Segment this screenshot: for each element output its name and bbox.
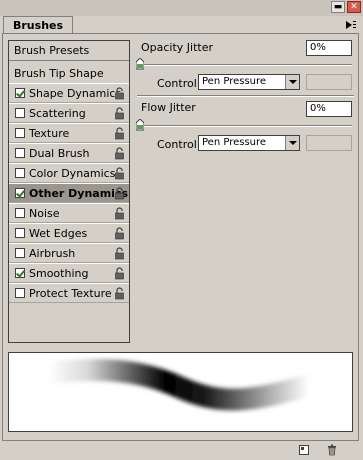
brush-option-item[interactable]: Dual Brush bbox=[9, 143, 129, 163]
brush-option-item[interactable]: Smoothing bbox=[9, 263, 129, 283]
opacity-jitter-slider-track[interactable] bbox=[137, 64, 352, 66]
lock-icon[interactable] bbox=[114, 167, 125, 180]
brush-presets-item[interactable]: Brush Presets bbox=[9, 41, 129, 61]
panel-titlebar: ▬ ✕ bbox=[0, 0, 363, 16]
opacity-jitter-input[interactable]: 0% bbox=[306, 40, 352, 56]
option-checkbox[interactable] bbox=[15, 168, 25, 178]
flow-control-select[interactable]: Pen Pressure bbox=[198, 135, 300, 151]
chevron-down-icon[interactable] bbox=[285, 75, 299, 89]
section-divider bbox=[137, 95, 354, 97]
brush-option-item[interactable]: Texture bbox=[9, 123, 129, 143]
lock-icon[interactable] bbox=[114, 87, 125, 100]
lock-icon[interactable] bbox=[114, 107, 125, 120]
lock-icon[interactable] bbox=[114, 147, 125, 160]
lock-icon[interactable] bbox=[114, 187, 125, 200]
panel-menu-icon bbox=[346, 21, 356, 29]
opacity-control-label: Control: bbox=[157, 77, 201, 90]
option-checkbox[interactable] bbox=[15, 128, 25, 138]
flow-jitter-label: Flow Jitter bbox=[141, 101, 196, 114]
opacity-control-select[interactable]: Pen Pressure bbox=[198, 74, 300, 90]
option-checkbox[interactable] bbox=[15, 188, 25, 198]
flow-control-value: Pen Pressure bbox=[202, 137, 267, 148]
option-checkbox[interactable] bbox=[15, 208, 25, 218]
opacity-control-extra-field bbox=[306, 74, 352, 90]
tab-brushes[interactable]: Brushes bbox=[3, 16, 74, 34]
lock-icon[interactable] bbox=[114, 267, 125, 280]
option-checkbox[interactable] bbox=[15, 88, 25, 98]
title-controls: ▬ ✕ bbox=[331, 1, 361, 13]
brush-option-item[interactable]: Color Dynamics bbox=[9, 163, 129, 183]
brush-option-item[interactable]: Scattering bbox=[9, 103, 129, 123]
lock-icon[interactable] bbox=[114, 227, 125, 240]
trash-icon[interactable] bbox=[326, 444, 338, 456]
flow-jitter-input[interactable]: 0% bbox=[306, 101, 352, 117]
brush-tip-shape-item[interactable]: Brush Tip Shape bbox=[9, 64, 129, 83]
new-brush-icon[interactable] bbox=[298, 444, 310, 456]
opacity-jitter-slider-thumb[interactable] bbox=[136, 58, 144, 70]
chevron-down-icon[interactable] bbox=[285, 136, 299, 150]
panel-menu-button[interactable] bbox=[343, 18, 359, 32]
option-checkbox[interactable] bbox=[15, 268, 25, 278]
lock-icon[interactable] bbox=[114, 127, 125, 140]
flow-control-extra-field bbox=[306, 135, 352, 151]
opacity-control-value: Pen Pressure bbox=[202, 76, 267, 87]
flow-control-label: Control: bbox=[157, 138, 201, 151]
brush-option-item[interactable]: Other Dynamics bbox=[9, 183, 129, 203]
flow-jitter-slider-track[interactable] bbox=[137, 125, 352, 127]
brush-option-item[interactable]: Shape Dynamics bbox=[9, 83, 129, 103]
lock-icon[interactable] bbox=[114, 247, 125, 260]
option-checkbox[interactable] bbox=[15, 288, 25, 298]
option-checkbox[interactable] bbox=[15, 108, 25, 118]
flow-jitter-slider-thumb[interactable] bbox=[136, 119, 144, 131]
option-checkbox[interactable] bbox=[15, 228, 25, 238]
dynamics-items: Shape Dynamics Scattering Texture Dual Brus… bbox=[9, 83, 129, 303]
lock-icon[interactable] bbox=[114, 287, 125, 300]
stroke-preview-graphic bbox=[38, 358, 320, 411]
brush-option-item[interactable]: Protect Texture bbox=[9, 283, 129, 303]
brush-option-item[interactable]: Noise bbox=[9, 203, 129, 223]
brush-stroke-preview bbox=[8, 352, 353, 432]
brush-options-list: Brush Presets Brush Tip Shape Shape Dyna… bbox=[8, 40, 130, 343]
panel-footer bbox=[0, 441, 363, 460]
close-button[interactable]: ✕ bbox=[347, 1, 361, 13]
brush-option-item[interactable]: Wet Edges bbox=[9, 223, 129, 243]
minimize-button[interactable]: ▬ bbox=[331, 1, 345, 13]
option-checkbox[interactable] bbox=[15, 148, 25, 158]
lock-icon[interactable] bbox=[114, 207, 125, 220]
brush-option-item[interactable]: Airbrush bbox=[9, 243, 129, 263]
opacity-jitter-label: Opacity Jitter bbox=[141, 41, 214, 54]
option-checkbox[interactable] bbox=[15, 248, 25, 258]
